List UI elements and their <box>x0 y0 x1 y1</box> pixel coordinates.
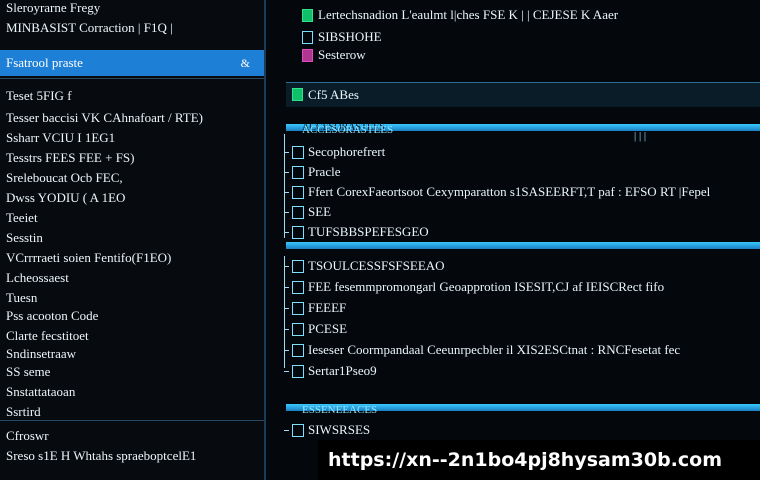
divider <box>0 420 264 421</box>
tree-branch <box>284 329 289 330</box>
row-checkbox[interactable] <box>292 344 304 357</box>
tree-branch <box>284 371 289 372</box>
list-item[interactable]: Sndinsetraaw <box>6 346 258 362</box>
tree-line-1 <box>284 134 285 238</box>
group-1-marks: | | | <box>634 130 647 142</box>
top-row-2: SIBSHOHE <box>318 29 382 44</box>
top-row-1: Lertechsnadion L'eaulmt l|ches FSE K | |… <box>318 7 619 22</box>
tree-row[interactable]: FEEEF <box>308 300 346 316</box>
list-item[interactable]: Tuesn <box>6 290 258 306</box>
tree-branch <box>284 212 289 213</box>
row-checkbox[interactable] <box>292 302 304 315</box>
list-item[interactable]: Sreso s1E H Whtahs spraeboptcelE1 <box>6 448 258 464</box>
row-checkbox[interactable] <box>292 186 304 199</box>
tree-row[interactable]: TSOULCESSFSFSEEAO <box>308 258 445 274</box>
checkbox-green[interactable] <box>302 9 313 22</box>
list-item[interactable]: Pss acooton Code <box>6 308 258 324</box>
tree-row[interactable]: PCESE <box>308 321 347 337</box>
row-checkbox[interactable] <box>292 146 304 159</box>
row-checkbox[interactable] <box>292 166 304 179</box>
tree-branch <box>284 350 289 351</box>
row-checkbox[interactable] <box>292 365 304 378</box>
list-item[interactable]: Cfroswr <box>6 428 258 444</box>
tree-branch <box>284 152 289 153</box>
group-header: ESSENEEACES <box>302 404 378 416</box>
tree-branch <box>284 192 289 193</box>
tree-row[interactable]: FEE fesemmpromongarl Geoapprotion ISESIT… <box>308 279 664 295</box>
list-item[interactable]: Lcheossaest <box>6 270 258 286</box>
list-item-selected[interactable]: Fsatrool praste & <box>0 50 264 76</box>
tree-row[interactable]: TUFSBBSPEFESGEO <box>308 224 429 240</box>
tree-branch <box>284 287 289 288</box>
list-item[interactable]: Sleroyrarne Fregy <box>6 0 258 16</box>
file-list-panel: Sleroyrarne Fregy MINBASIST Corraction | … <box>0 0 266 480</box>
row-checkbox[interactable] <box>292 281 304 294</box>
checkbox[interactable] <box>302 31 313 44</box>
tree-row[interactable]: Pracle <box>308 164 340 180</box>
tree-row[interactable]: Secophorefrert <box>308 144 385 160</box>
list-item-label: Fsatrool praste <box>6 55 83 70</box>
list-item[interactable]: Snstattataoan <box>6 384 258 400</box>
list-item[interactable]: Sesstin <box>6 230 258 246</box>
checkbox-magenta[interactable] <box>302 49 313 62</box>
group-2-bar <box>286 242 760 249</box>
tree-branch <box>284 430 289 431</box>
list-item[interactable]: Clarte fecstitoet <box>6 328 258 344</box>
list-item[interactable]: Ssrtird <box>6 404 258 420</box>
list-item[interactable]: SS seme <box>6 364 258 380</box>
watermark-url: https://xn--2n1bo4pj8hysam30b.com <box>318 440 760 480</box>
tree-branch <box>284 172 289 173</box>
tree-row[interactable]: Ieseser Coormpandaal Ceeunrpecbler il XI… <box>308 342 680 358</box>
tree-branch <box>284 308 289 309</box>
list-item[interactable]: Ssharr VCIU I 1EG1 <box>6 130 258 146</box>
tree-branch <box>284 266 289 267</box>
row-checkbox[interactable] <box>292 323 304 336</box>
tree-line-2 <box>284 256 285 368</box>
row-checkbox[interactable] <box>292 424 304 437</box>
pin-icon[interactable]: & <box>241 50 250 76</box>
details-panel: Lertechsnadion L'eaulmt l|ches FSE K | |… <box>266 0 760 480</box>
section-checkbox[interactable] <box>292 88 303 101</box>
list-item[interactable]: Sreleboucat Ocb FEC, <box>6 170 258 186</box>
list-item[interactable]: VCrrrraeti soien Fentifo(F1EO) <box>6 250 258 266</box>
tree-row[interactable]: Sertar1Pseo9 <box>308 363 377 379</box>
tree-row[interactable]: SIWSRSES <box>308 422 370 438</box>
list-item[interactable]: Tesser baccisi VK CAhnafoart / RTE) <box>6 110 258 126</box>
list-item[interactable]: Teeiet <box>6 210 258 226</box>
top-row-3: Sesterow <box>318 47 366 62</box>
tree-row[interactable]: Ffert CorexFaeortsoot Cexymparatton s1SA… <box>308 184 710 200</box>
list-item[interactable]: MINBASIST Corraction | F1Q | <box>6 20 258 36</box>
row-checkbox[interactable] <box>292 260 304 273</box>
tree-row[interactable]: SEE <box>308 204 331 220</box>
tree-branch <box>284 232 289 233</box>
list-item[interactable]: Teset 5FIG f <box>6 88 258 104</box>
divider <box>0 78 264 79</box>
row-checkbox[interactable] <box>292 226 304 239</box>
list-item[interactable]: Tesstrs FEES FEE + FS) <box>6 150 258 166</box>
row-checkbox[interactable] <box>292 206 304 219</box>
list-item[interactable]: Dwss YODIU ( A 1EO <box>6 190 258 206</box>
section-header-title: Cf5 ABes <box>308 87 359 102</box>
group-header: ACCESORASTEES <box>302 124 394 136</box>
